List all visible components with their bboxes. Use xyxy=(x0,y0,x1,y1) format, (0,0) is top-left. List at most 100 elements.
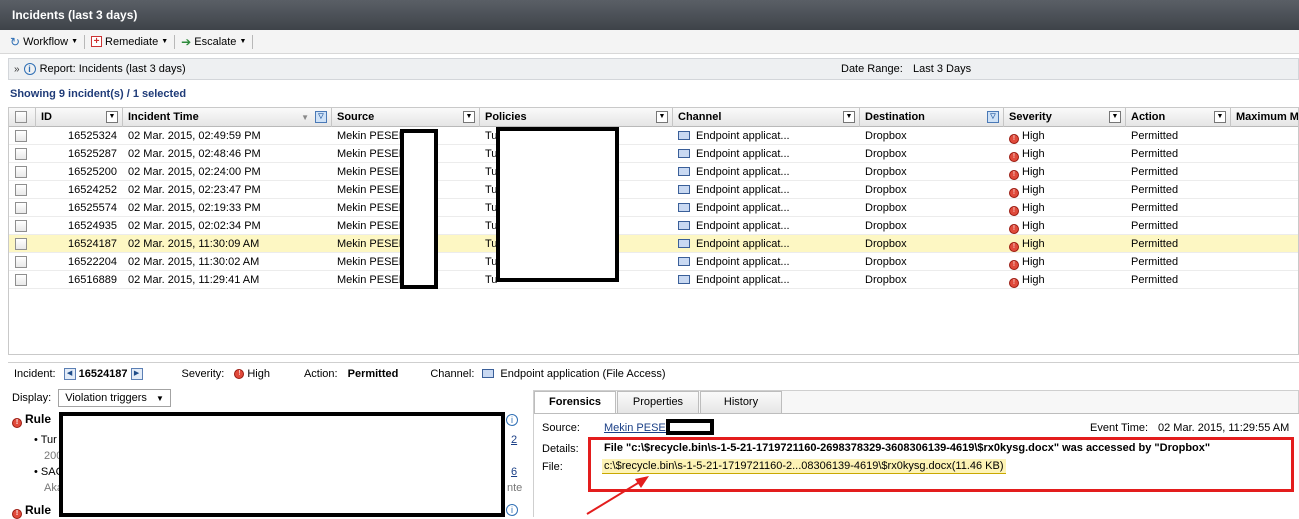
severity-high-icon: ! xyxy=(1009,152,1019,162)
table-row[interactable]: 16524935 02 Mar. 2015, 02:02:34 PM Mekin P… xyxy=(9,217,1298,235)
escalate-button[interactable]: ➔ Escalate ▼ xyxy=(177,32,250,52)
previous-incident-icon[interactable]: ◀ xyxy=(63,367,76,380)
table-row[interactable]: 16522204 02 Mar. 2015, 11:30:02 AM Mekin P… xyxy=(9,253,1298,271)
channel-text: Endpoint applicat... xyxy=(696,256,790,268)
column-action[interactable]: Action ▼ xyxy=(1126,108,1231,127)
destination-text: Dropbox xyxy=(865,166,907,178)
column-severity[interactable]: Severity ▼ xyxy=(1004,108,1126,127)
select-all-checkbox[interactable] xyxy=(15,111,27,123)
cell-time: 02 Mar. 2015, 02:02:34 PM xyxy=(123,217,332,235)
tab-properties[interactable]: Properties xyxy=(617,391,699,413)
info-icon: i xyxy=(23,63,36,75)
cell-channel: Endpoint applicat... xyxy=(673,163,860,181)
filter-icon[interactable]: ▽ xyxy=(315,111,327,123)
column-menu-icon[interactable]: ▼ xyxy=(843,111,855,123)
table-row[interactable]: 16525324 02 Mar. 2015, 02:49:59 PM Mekin P… xyxy=(9,127,1298,145)
info-icon[interactable]: i xyxy=(506,504,518,516)
destination-text: Dropbox xyxy=(865,202,907,214)
column-menu-icon[interactable]: ▼ xyxy=(106,111,118,123)
row-checkbox[interactable] xyxy=(15,220,27,232)
cell-action: Permitted xyxy=(1126,163,1231,181)
column-maximum[interactable]: Maximum M xyxy=(1231,108,1298,127)
workflow-button[interactable]: ↻ Workflow ▼ xyxy=(6,32,82,52)
info-icon[interactable]: i xyxy=(506,414,518,426)
incidents-table: ID ▼ Incident Time ▼ ▽ Source ▼ Policies… xyxy=(8,107,1299,355)
tab-history[interactable]: History xyxy=(700,391,782,413)
details-label: Details: xyxy=(542,443,579,455)
table-row[interactable]: 16525574 02 Mar. 2015, 02:19:33 PM Mekin P… xyxy=(9,199,1298,217)
row-checkbox[interactable] xyxy=(15,238,27,250)
source-text: Mekin PESEN xyxy=(337,130,407,142)
column-channel[interactable]: Channel ▼ xyxy=(673,108,860,127)
rule-heading-label: Rule xyxy=(25,503,52,517)
channel-text: Endpoint applicat... xyxy=(696,274,790,286)
toolbar-divider xyxy=(174,34,176,49)
incident-id: 16524187 xyxy=(78,367,128,380)
row-checkbox[interactable] xyxy=(15,256,27,268)
cell-channel: Endpoint applicat... xyxy=(673,181,860,199)
row-checkbox[interactable] xyxy=(15,166,27,178)
column-label: Incident Time xyxy=(128,111,199,123)
channel-label: Channel: xyxy=(430,367,475,380)
cell-destination: Dropbox xyxy=(860,271,1004,289)
action-text: Permitted xyxy=(1131,148,1179,160)
column-menu-icon[interactable]: ▼ xyxy=(463,111,475,123)
severity-text: High xyxy=(1022,184,1045,196)
cell-destination: Dropbox xyxy=(860,145,1004,163)
row-checkbox[interactable] xyxy=(15,130,27,142)
cell-action: Permitted xyxy=(1126,235,1231,253)
display-value: Violation triggers xyxy=(65,392,147,404)
cell-time: 02 Mar. 2015, 11:30:09 AM xyxy=(123,235,332,253)
source-link[interactable]: Mekin PESEN xyxy=(604,422,674,434)
cell-severity: ! High xyxy=(1004,181,1126,199)
severity-high-icon: ! xyxy=(1009,224,1019,234)
cell-time: 02 Mar. 2015, 02:19:33 PM xyxy=(123,199,332,217)
column-destination[interactable]: Destination ▽ xyxy=(860,108,1004,127)
column-menu-icon[interactable]: ▼ xyxy=(1109,111,1121,123)
table-row[interactable]: 16524252 02 Mar. 2015, 02:23:47 PM Mekin P… xyxy=(9,181,1298,199)
rule-count-link[interactable]: 6 xyxy=(511,466,517,478)
table-row[interactable]: 16524187 02 Mar. 2015, 11:30:09 AM Mekin P… xyxy=(9,235,1298,253)
cell-action: Permitted xyxy=(1126,217,1231,235)
column-menu-icon[interactable]: ▼ xyxy=(656,111,668,123)
report-label: Report: Incidents (last 3 days) xyxy=(39,63,186,75)
next-incident-icon[interactable]: ▶ xyxy=(130,367,143,380)
source-text: Mekin PESEN xyxy=(337,274,407,286)
cell-action: Permitted xyxy=(1126,271,1231,289)
column-source[interactable]: Source ▼ xyxy=(332,108,480,127)
column-menu-icon[interactable]: ▼ xyxy=(1214,111,1226,123)
cell-destination: Dropbox xyxy=(860,253,1004,271)
row-checkbox[interactable] xyxy=(15,148,27,160)
event-time-value: 02 Mar. 2015, 11:29:55 AM xyxy=(1158,422,1290,434)
cell-channel: Endpoint applicat... xyxy=(673,271,860,289)
cell-channel: Endpoint applicat... xyxy=(673,145,860,163)
rules-panel: Display: Violation triggers ▼ ! Rule • Tu… xyxy=(8,386,523,519)
column-id[interactable]: ID ▼ xyxy=(36,108,123,127)
table-row[interactable]: 16525200 02 Mar. 2015, 02:24:00 PM Mekin P… xyxy=(9,163,1298,181)
collapse-icon[interactable]: » xyxy=(14,64,20,75)
column-incident-time[interactable]: Incident Time ▼ ▽ xyxy=(123,108,332,127)
row-checkbox[interactable] xyxy=(15,184,27,196)
severity-text: High xyxy=(1022,148,1045,160)
toolbar: ↻ Workflow ▼ + Remediate ▼ ➔ Escalate ▼ xyxy=(0,30,1299,54)
column-policies[interactable]: Policies ▼ xyxy=(480,108,673,127)
rule-count-link[interactable]: 2 xyxy=(511,434,517,446)
cell-destination: Dropbox xyxy=(860,181,1004,199)
rule-item: • Tur xyxy=(34,434,57,446)
channel-text: Endpoint applicat... xyxy=(696,184,790,196)
tab-forensics[interactable]: Forensics xyxy=(534,391,616,414)
table-row[interactable]: 16525287 02 Mar. 2015, 02:48:46 PM Mekin P… xyxy=(9,145,1298,163)
display-select[interactable]: Violation triggers ▼ xyxy=(58,389,171,407)
severity-high-icon: ! xyxy=(234,368,245,379)
select-all-header xyxy=(9,108,36,127)
row-checkbox[interactable] xyxy=(15,274,27,286)
severity-high-icon: ! xyxy=(1009,188,1019,198)
chevron-down-icon: ▼ xyxy=(155,394,164,403)
filter-icon[interactable]: ▽ xyxy=(987,111,999,123)
cell-severity: ! High xyxy=(1004,145,1126,163)
channel-icon xyxy=(678,239,690,248)
remediate-button[interactable]: + Remediate ▼ xyxy=(87,32,172,52)
table-row[interactable]: 16516889 02 Mar. 2015, 11:29:41 AM Mekin P… xyxy=(9,271,1298,289)
row-checkbox[interactable] xyxy=(15,202,27,214)
cell-channel: Endpoint applicat... xyxy=(673,253,860,271)
